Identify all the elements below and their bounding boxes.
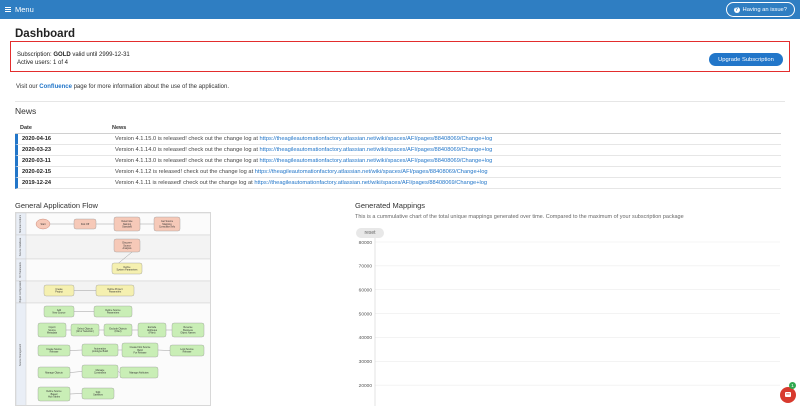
menu-label: Menu bbox=[15, 5, 34, 14]
flow-node-label: (Filter) bbox=[115, 330, 122, 333]
y-tick-label: 30000 bbox=[359, 359, 373, 365]
flow-node-label: Analysis bbox=[123, 247, 133, 250]
news-text: Version 4.1.11 is released! check out th… bbox=[115, 180, 487, 186]
news-date: 2019-12-24 bbox=[22, 180, 52, 186]
chat-notification-badge: 1 bbox=[789, 382, 796, 389]
flow-node-label: (All or Selection) bbox=[76, 330, 94, 333]
flow-node-label: (Filter) bbox=[149, 332, 156, 335]
news-message: Version 4.1.14.0 is released! check out … bbox=[115, 147, 258, 153]
flow-node-label: New Source bbox=[52, 312, 66, 315]
flow-node-label: Constraints bbox=[94, 372, 107, 375]
news-table: Date News 2020-04-16 Version 4.1.15.0 is … bbox=[15, 123, 781, 189]
news-text: Version 4.1.13.0 is released! check out … bbox=[115, 158, 492, 164]
flow-node-label: Project bbox=[55, 291, 63, 294]
changelog-link[interactable]: https://theagileautomationfactory.atlass… bbox=[254, 180, 487, 186]
flow-diagram-svg: Standard Actions Source Database MI Parame… bbox=[16, 213, 210, 405]
application-flow-diagram: Standard Actions Source Database MI Parame… bbox=[15, 212, 211, 406]
news-row: 2020-03-11 Version 4.1.13.0 is released! … bbox=[15, 156, 781, 167]
news-column-header: News bbox=[112, 125, 127, 131]
top-navbar: Menu ? Having an issue? bbox=[0, 0, 800, 19]
news-row: 2020-02-15 Version 4.1.12 is released! ch… bbox=[15, 167, 781, 178]
flow-node-label: Satellites bbox=[93, 394, 104, 397]
having-an-issue-button[interactable]: ? Having an issue? bbox=[725, 2, 795, 17]
flow-lane-label: Project Configuration bbox=[19, 280, 22, 303]
flow-node-label: Metadata bbox=[47, 332, 58, 335]
flow-node-label: Kick Off bbox=[81, 223, 90, 226]
changelog-link[interactable]: https://theagileautomationfactory.atlass… bbox=[260, 136, 493, 142]
y-tick-label: 40000 bbox=[359, 335, 373, 341]
news-message: Version 4.1.12 is released! check out th… bbox=[115, 169, 254, 175]
changelog-link[interactable]: https://theagileautomationfactory.atlass… bbox=[260, 147, 493, 153]
confluence-info: Visit our Confluence page for more infor… bbox=[16, 84, 229, 90]
chat-button[interactable] bbox=[780, 387, 796, 403]
news-text: Version 4.1.14.0 is released! check out … bbox=[115, 147, 492, 153]
news-date: 2020-03-11 bbox=[22, 158, 51, 164]
y-tick-label: 60000 bbox=[359, 288, 373, 294]
changelog-link[interactable]: https://theagileautomationfactory.atlass… bbox=[255, 169, 488, 175]
subscription-panel: Subscription: GOLD valid until 2999-12-3… bbox=[10, 41, 790, 72]
flow-node-label: Start bbox=[40, 223, 45, 226]
news-message: Version 4.1.11 is released! check out th… bbox=[115, 180, 253, 186]
flow-node-label: Release bbox=[183, 351, 192, 354]
flow-lane-label: MI Parameters bbox=[19, 261, 22, 277]
news-row: 2019-12-24 Version 4.1.11 is released! ch… bbox=[15, 178, 781, 189]
flow-node-label: System Parameters bbox=[117, 269, 139, 272]
flow-node-label: Hub Tables bbox=[48, 396, 61, 399]
generated-mappings-title: Generated Mappings bbox=[355, 201, 426, 210]
flow-node-label: For Release bbox=[133, 352, 147, 355]
flow-lane-label: Source Database bbox=[19, 237, 22, 256]
flow-node-label: Release bbox=[50, 351, 59, 354]
page-title: Dashboard bbox=[15, 28, 76, 40]
subscription-status: Subscription: GOLD valid until 2999-12-3… bbox=[17, 52, 130, 58]
flow-title: General Application Flow bbox=[15, 201, 98, 210]
news-table-header: Date News bbox=[15, 123, 781, 134]
subscription-plan: GOLD bbox=[53, 52, 71, 58]
flow-node-label: Manage Attributes bbox=[129, 371, 149, 374]
divider bbox=[15, 101, 785, 102]
hamburger-icon bbox=[5, 6, 11, 13]
flow-lane-label: Standard Actions bbox=[19, 214, 22, 233]
generated-mappings-description: This is a cummulative chart of the total… bbox=[355, 214, 684, 220]
news-row: 2020-04-16 Version 4.1.15.0 is released! … bbox=[15, 134, 781, 145]
flow-node-label: Object Names bbox=[180, 332, 196, 335]
generated-mappings-chart: 80000 70000 60000 50000 40000 30000 20000 bbox=[359, 238, 780, 406]
flow-node-label: Parameters bbox=[109, 291, 122, 294]
flow-node-label: prototype Build bbox=[92, 350, 109, 353]
subscription-label: Subscription: bbox=[17, 52, 52, 58]
flow-lane bbox=[16, 234, 210, 260]
upgrade-subscription-button[interactable]: Upgrade Subscription bbox=[709, 53, 783, 66]
news-date: 2020-02-15 bbox=[22, 169, 52, 175]
news-text: Version 4.1.12 is released! check out th… bbox=[115, 169, 488, 175]
flow-node-label: Standard bbox=[122, 226, 132, 229]
confluence-link[interactable]: Confluence bbox=[39, 84, 72, 90]
y-tick-label: 80000 bbox=[359, 240, 373, 246]
news-row: 2020-03-23 Version 4.1.14.0 is released! … bbox=[15, 145, 781, 156]
y-tick-label: 20000 bbox=[359, 383, 373, 389]
issue-label: Having an issue? bbox=[742, 6, 787, 13]
flow-node-label: Consultant Info bbox=[159, 226, 176, 229]
y-tick-label: 70000 bbox=[359, 264, 373, 270]
visit-prefix: Visit our bbox=[16, 84, 38, 90]
flow-lane-label: Source Management bbox=[19, 344, 22, 367]
flow-node-label: Parameters bbox=[107, 312, 120, 315]
subscription-valid: valid until 2999-12-31 bbox=[72, 52, 130, 58]
changelog-link[interactable]: https://theagileautomationfactory.atlass… bbox=[260, 158, 493, 164]
reset-zoom-button[interactable]: reset bbox=[356, 228, 384, 238]
menu-button[interactable]: Menu bbox=[5, 5, 34, 14]
visit-suffix: page for more information about the use … bbox=[73, 84, 230, 90]
active-users: Active users: 1 of 4 bbox=[17, 59, 69, 66]
news-message: Version 4.1.13.0 is released! check out … bbox=[115, 158, 258, 164]
question-icon: ? bbox=[733, 6, 740, 13]
flow-node-label: Manage Objects bbox=[45, 371, 63, 374]
news-date: 2020-04-16 bbox=[22, 136, 52, 142]
news-title: News bbox=[15, 106, 37, 116]
news-date: 2020-03-23 bbox=[22, 147, 52, 153]
date-column-header: Date bbox=[20, 125, 32, 131]
y-tick-label: 50000 bbox=[359, 311, 373, 317]
news-text: Version 4.1.15.0 is released! check out … bbox=[115, 136, 492, 142]
news-message: Version 4.1.15.0 is released! check out … bbox=[115, 136, 258, 142]
chat-icon bbox=[785, 392, 791, 397]
